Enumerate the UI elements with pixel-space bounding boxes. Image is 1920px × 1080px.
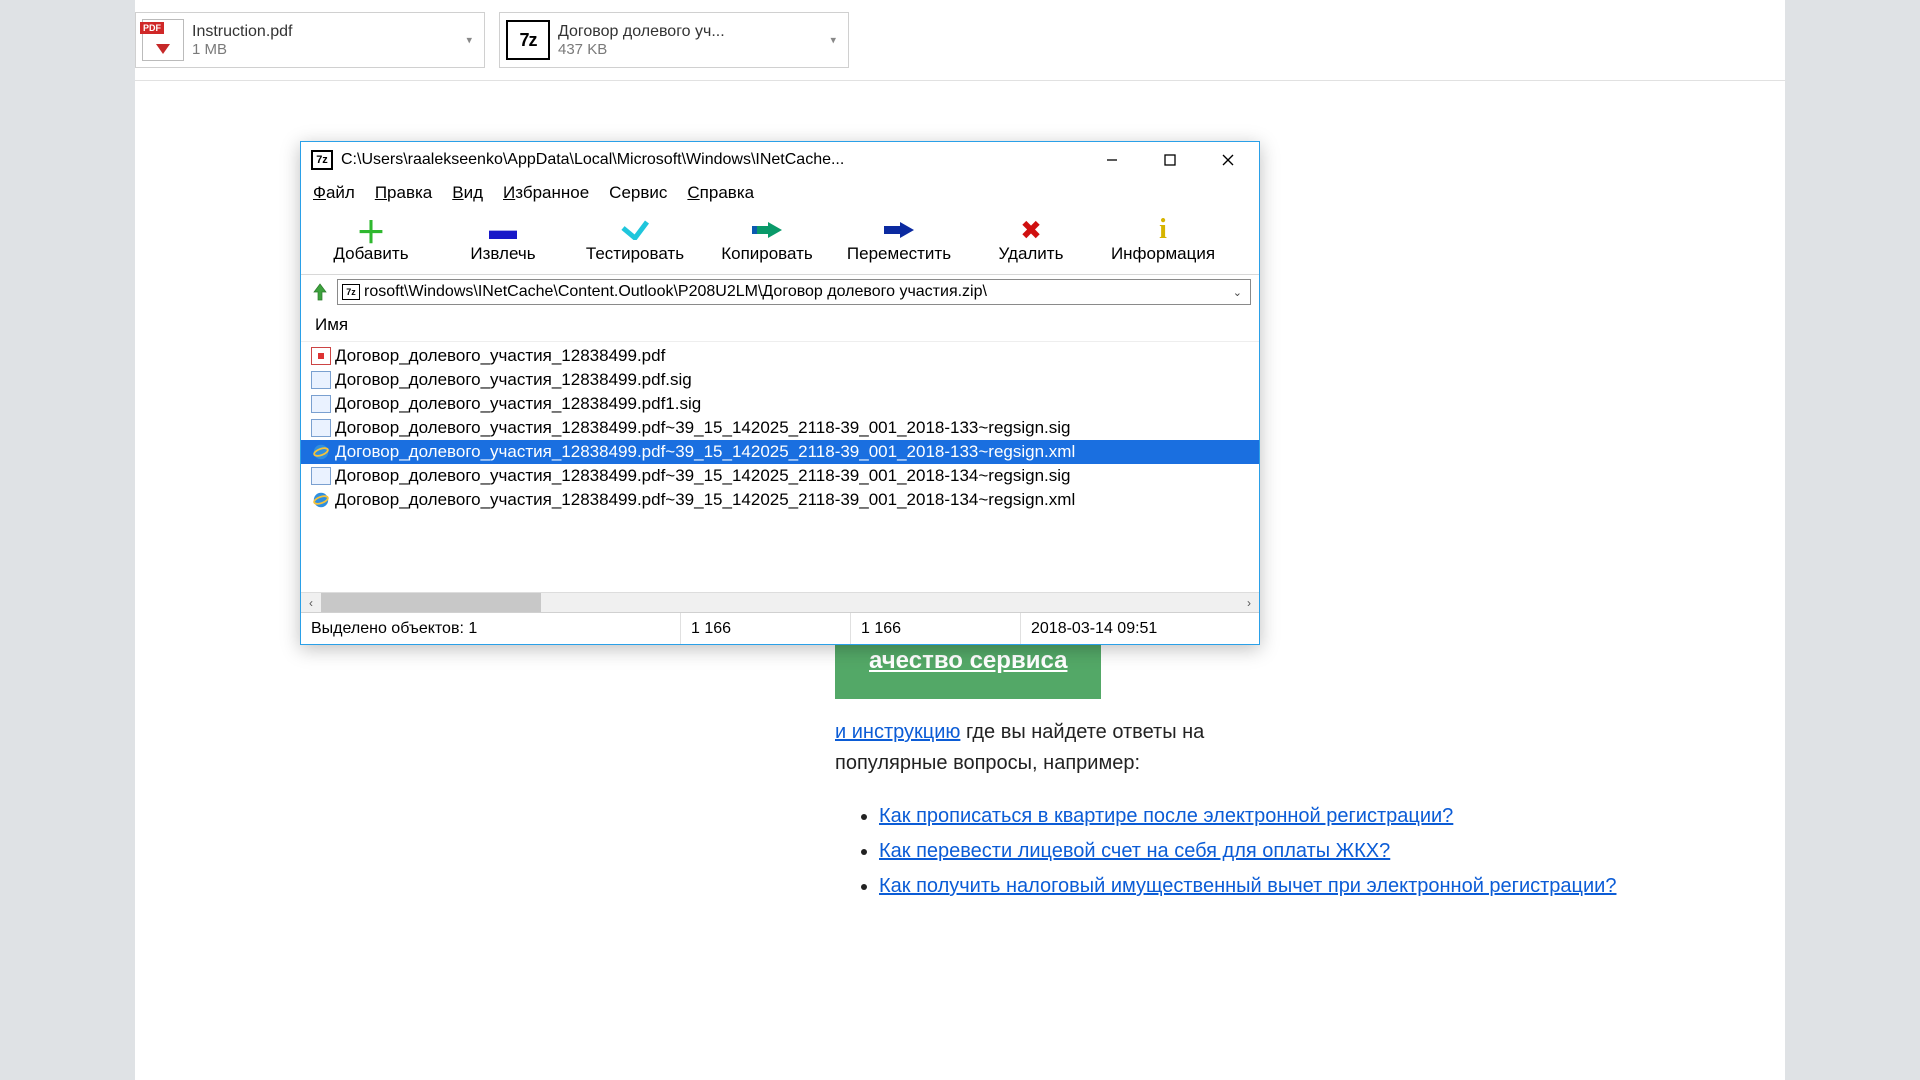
- scroll-right-icon[interactable]: ›: [1239, 596, 1259, 610]
- chevron-down-icon[interactable]: ▾: [830, 34, 836, 47]
- menu-tools[interactable]: Сервис: [609, 183, 667, 203]
- path-text: rosoft\Windows\INetCache\Content.Outlook…: [364, 283, 1229, 301]
- file-row[interactable]: Договор_долевого_участия_12838499.pdf1.s…: [301, 392, 1259, 416]
- copy-button[interactable]: Копировать: [701, 214, 833, 268]
- attachment-item[interactable]: Instruction.pdf 1 MB ▾: [135, 12, 485, 68]
- file-list[interactable]: Договор_долевого_участия_12838499.pdf Дог…: [301, 342, 1259, 592]
- menubar: Файл Правка Вид Избранное Сервис Справка: [301, 178, 1259, 210]
- check-icon: [621, 216, 649, 244]
- status-size2: 1 166: [851, 613, 1021, 644]
- file-name: Договор_долевого_участия_12838499.pdf1.s…: [335, 394, 701, 414]
- chevron-down-icon[interactable]: ▾: [466, 34, 472, 47]
- toolbar: ＋ Добавить ▬ Извлечь Тестировать Копиров…: [301, 210, 1259, 275]
- email-paragraph: и инструкцию где вы найдете ответы на по…: [835, 717, 1795, 779]
- attachment-size: 1 MB: [192, 41, 293, 58]
- column-header-name[interactable]: Имя: [301, 311, 1259, 342]
- attachment-bar: Instruction.pdf 1 MB ▾ 7z Договор долево…: [135, 0, 1785, 81]
- copy-arrow-icon: [752, 216, 782, 244]
- maximize-button[interactable]: [1141, 143, 1199, 177]
- up-folder-icon[interactable]: [309, 281, 331, 303]
- chevron-down-icon[interactable]: ⌄: [1229, 286, 1246, 299]
- file-row[interactable]: Договор_долевого_участия_12838499.pdf: [301, 344, 1259, 368]
- scroll-track[interactable]: [321, 593, 1239, 612]
- test-button[interactable]: Тестировать: [569, 214, 701, 268]
- status-selection: Выделено объектов: 1: [301, 613, 681, 644]
- menu-view[interactable]: Вид: [452, 183, 483, 203]
- menu-help[interactable]: Справка: [687, 183, 754, 203]
- menu-favorites[interactable]: Избранное: [503, 183, 589, 203]
- doc-file-icon: [311, 395, 331, 413]
- faq-link[interactable]: Как получить налоговый имущественный выч…: [879, 875, 1616, 897]
- ie-file-icon: [311, 491, 331, 509]
- file-name: Договор_долевого_участия_12838499.pdf~39…: [335, 418, 1071, 438]
- sevenzip-window: 7z C:\Users\raalekseenko\AppData\Local\M…: [300, 141, 1260, 645]
- info-icon: i: [1159, 216, 1167, 244]
- pdf-file-icon: [311, 347, 331, 365]
- file-name: Договор_долевого_участия_12838499.pdf~39…: [335, 490, 1075, 510]
- file-row[interactable]: Договор_долевого_участия_12838499.pdf~39…: [301, 464, 1259, 488]
- doc-file-icon: [311, 467, 331, 485]
- file-name: Договор_долевого_участия_12838499.pdf~39…: [335, 466, 1071, 486]
- scroll-thumb[interactable]: [321, 593, 541, 612]
- attachment-item[interactable]: 7z Договор долевого уч... 437 KB ▾: [499, 12, 849, 68]
- instruction-link[interactable]: и инструкцию: [835, 721, 960, 743]
- menu-file[interactable]: Файл: [313, 183, 355, 203]
- minimize-button[interactable]: [1083, 143, 1141, 177]
- add-button[interactable]: ＋ Добавить: [305, 214, 437, 268]
- file-row[interactable]: Договор_долевого_участия_12838499.pdf~39…: [301, 440, 1259, 464]
- move-button[interactable]: Переместить: [833, 214, 965, 268]
- window-title: C:\Users\raalekseenko\AppData\Local\Micr…: [341, 151, 1083, 169]
- info-button[interactable]: i Информация: [1097, 214, 1229, 268]
- faq-link[interactable]: Как прописаться в квартире после электро…: [879, 805, 1453, 827]
- file-row[interactable]: Договор_долевого_участия_12838499.pdf~39…: [301, 416, 1259, 440]
- attachment-name: Договор долевого уч...: [558, 23, 725, 41]
- scroll-left-icon[interactable]: ‹: [301, 596, 321, 610]
- archive-icon: 7z: [342, 284, 360, 300]
- status-size1: 1 166: [681, 613, 851, 644]
- delete-button[interactable]: ✖ Удалить: [965, 214, 1097, 268]
- file-row[interactable]: Договор_долевого_участия_12838499.pdf~39…: [301, 488, 1259, 512]
- close-button[interactable]: [1199, 143, 1257, 177]
- address-bar: 7z rosoft\Windows\INetCache\Content.Outl…: [301, 275, 1259, 311]
- horizontal-scrollbar[interactable]: ‹ ›: [301, 592, 1259, 612]
- pdf-file-icon: [142, 19, 184, 61]
- sevenzip-app-icon: 7z: [311, 150, 333, 170]
- file-name: Договор_долевого_участия_12838499.pdf.si…: [335, 370, 692, 390]
- faq-list: Как прописаться в квартире после электро…: [879, 801, 1795, 902]
- ie-file-icon: [311, 443, 331, 461]
- plus-icon: ＋: [356, 216, 386, 244]
- attachment-size: 437 KB: [558, 41, 725, 58]
- file-name: Договор_долевого_участия_12838499.pdf: [335, 346, 665, 366]
- extract-button[interactable]: ▬ Извлечь: [437, 214, 569, 268]
- attachment-name: Instruction.pdf: [192, 23, 293, 41]
- doc-file-icon: [311, 371, 331, 389]
- delete-x-icon: ✖: [1020, 216, 1042, 244]
- doc-file-icon: [311, 419, 331, 437]
- file-row[interactable]: Договор_долевого_участия_12838499.pdf.si…: [301, 368, 1259, 392]
- minus-icon: ▬: [489, 216, 517, 244]
- file-name: Договор_долевого_участия_12838499.pdf~39…: [335, 442, 1075, 462]
- menu-edit[interactable]: Правка: [375, 183, 432, 203]
- path-input[interactable]: 7z rosoft\Windows\INetCache\Content.Outl…: [337, 279, 1251, 305]
- move-arrow-icon: [884, 216, 914, 244]
- faq-link[interactable]: Как перевести лицевой счет на себя для о…: [879, 840, 1390, 862]
- status-date: 2018-03-14 09:51: [1021, 613, 1259, 644]
- sevenzip-file-icon: 7z: [506, 20, 550, 60]
- window-titlebar[interactable]: 7z C:\Users\raalekseenko\AppData\Local\M…: [301, 142, 1259, 178]
- status-bar: Выделено объектов: 1 1 166 1 166 2018-03…: [301, 612, 1259, 644]
